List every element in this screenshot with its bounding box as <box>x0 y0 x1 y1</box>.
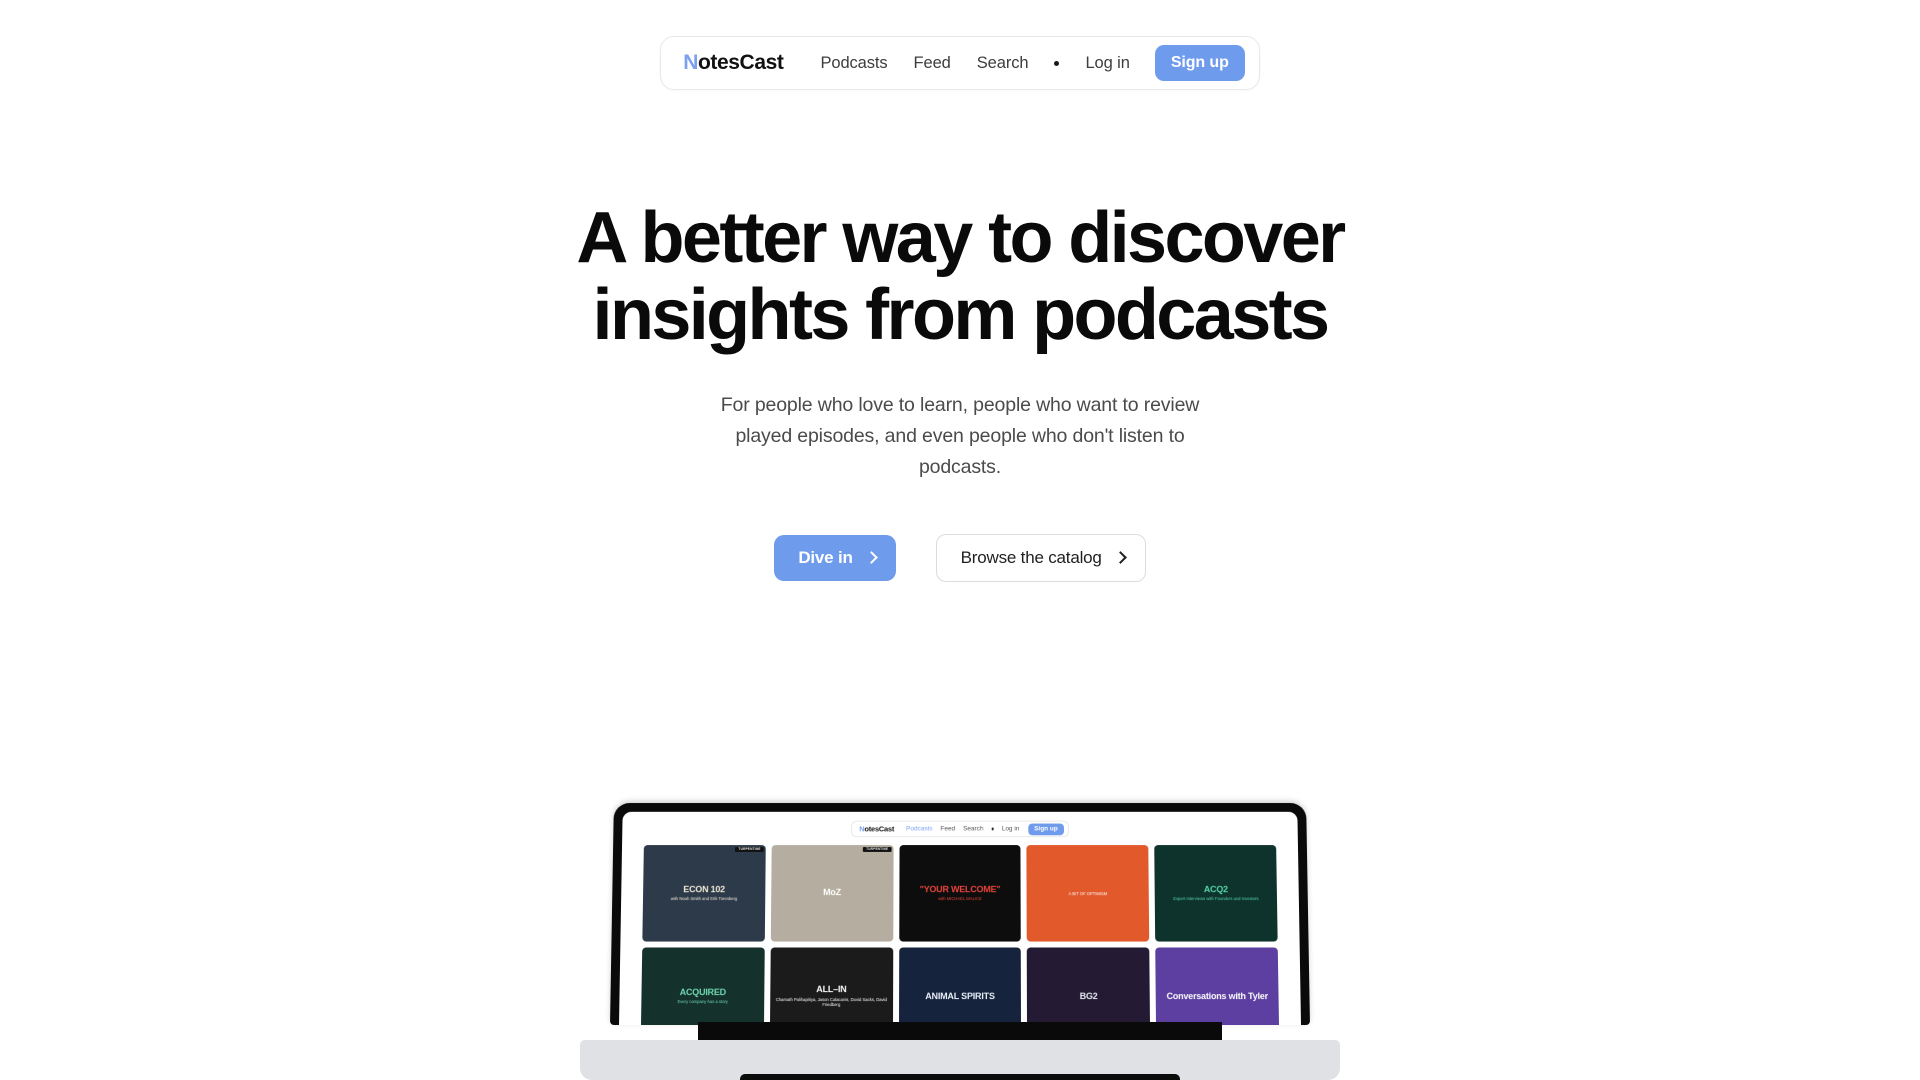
podcast-card: ANIMAL SPIRITS <box>898 947 1022 1025</box>
podcast-card: ALL–IN Chamath Palihapitiya, Jason Calaca… <box>769 947 893 1025</box>
browse-catalog-label: Browse the catalog <box>960 548 1102 568</box>
hero-title-line-2: insights from podcasts <box>592 275 1331 356</box>
cta-row: Dive in Browse the catalog <box>410 534 1510 583</box>
nav-separator-dot-icon <box>1054 60 1060 66</box>
chevron-right-icon <box>864 551 878 564</box>
podcast-card-subtitle: Chamath Palihapitiya, Jason Calacanis, D… <box>775 996 887 1008</box>
podcast-card-title: ACQUIRED <box>679 987 727 998</box>
navbar-container: NotesCast Podcasts Feed Search Log in Si… <box>0 36 1920 90</box>
podcast-card-title: ACQ2 <box>1203 884 1228 894</box>
mockup-signup-button: Sign up <box>1028 823 1064 835</box>
podcast-card: MoZ TURPENTINE <box>770 845 894 942</box>
hero-subtitle: For people who love to learn, people who… <box>720 394 1200 478</box>
podcast-card-title: ALL–IN <box>816 984 847 995</box>
podcast-card-subtitle: with Noah Smith and Erik Torenberg <box>670 896 738 902</box>
podcast-card-title: ECON 102 <box>683 884 726 894</box>
mockup-nav-link-podcasts: Podcasts <box>906 825 933 833</box>
signup-button[interactable]: Sign up <box>1154 45 1245 81</box>
nav-links: Podcasts Feed Search Log in Sign up <box>807 45 1245 81</box>
brand-logo-rest: otesCast <box>697 51 784 74</box>
podcast-card: Conversations with Tyler <box>1155 947 1280 1025</box>
podcast-card-title: MoZ <box>823 887 841 898</box>
podcast-card-grid: ECON 102 with Noah Smith and Erik Torenbe… <box>619 837 1301 1025</box>
podcast-card-subtitle: A BIT OF OPTIMISM <box>1068 891 1108 897</box>
laptop-base-notch <box>740 1074 1180 1080</box>
podcast-card-title: "YOUR WELCOME" <box>919 884 1001 894</box>
podcast-card-badge: TURPENTINE <box>863 847 892 853</box>
mockup-nav-separator-dot-icon <box>991 827 994 831</box>
dive-in-button[interactable]: Dive in <box>774 535 896 582</box>
nav-link-feed[interactable]: Feed <box>901 54 964 73</box>
podcast-card-title: ANIMAL SPIRITS <box>925 990 995 1001</box>
hero-section: A better way to discover insights from p… <box>410 198 1510 583</box>
podcast-card-title: Conversations with Tyler <box>1166 990 1269 1001</box>
browse-catalog-button[interactable]: Browse the catalog <box>935 534 1146 583</box>
page-title: A better way to discover insights from p… <box>410 198 1510 356</box>
laptop-screen-bezel: NotesCast Podcasts Feed Search Log in Si… <box>610 803 1310 1025</box>
podcast-card-subtitle: Every company has a story <box>677 999 728 1005</box>
mockup-nav-link-feed: Feed <box>940 825 956 833</box>
mockup-navbar-container: NotesCast Podcasts Feed Search Log in Si… <box>622 812 1298 838</box>
brand-logo[interactable]: NotesCast <box>683 51 784 75</box>
podcast-card: BG2 <box>1027 947 1151 1025</box>
podcast-card: ACQUIRED Every company has a story <box>640 947 765 1025</box>
podcast-card-title: BG2 <box>1079 990 1098 1001</box>
podcast-card-subtitle: Expert Interviews with Founders and Inve… <box>1173 896 1259 902</box>
podcast-card: "YOUR WELCOME" with MICHAEL MALICE <box>898 845 1022 942</box>
podcast-card: ECON 102 with Noah Smith and Erik Torenbe… <box>642 845 766 942</box>
laptop-screen-content: NotesCast Podcasts Feed Search Log in Si… <box>619 811 1301 1025</box>
laptop-base <box>580 1022 1340 1080</box>
brand-logo-accent-letter: N <box>683 51 698 74</box>
nav-link-podcasts[interactable]: Podcasts <box>807 54 900 73</box>
podcast-card: A BIT OF OPTIMISM <box>1026 845 1150 942</box>
mockup-navbar: NotesCast Podcasts Feed Search Log in Si… <box>851 820 1069 838</box>
mockup-nav-link-login: Log in <box>1001 825 1020 833</box>
nav-link-login[interactable]: Log in <box>1072 54 1142 73</box>
mockup-brand-logo: NotesCast <box>859 824 895 834</box>
hero-title-line-1: A better way to discover <box>576 198 1346 278</box>
podcast-card: ACQ2 Expert Interviews with Founders and … <box>1154 845 1278 942</box>
mockup-nav-link-search: Search <box>963 825 984 833</box>
dive-in-label: Dive in <box>798 548 853 568</box>
nav-link-search[interactable]: Search <box>964 54 1042 73</box>
chevron-right-icon <box>1113 551 1127 564</box>
main-navbar: NotesCast Podcasts Feed Search Log in Si… <box>660 36 1260 90</box>
laptop-mockup: NotesCast Podcasts Feed Search Log in Si… <box>580 800 1340 1080</box>
podcast-card-subtitle: with MICHAEL MALICE <box>938 896 982 902</box>
podcast-card-badge: TURPENTINE <box>735 847 764 853</box>
